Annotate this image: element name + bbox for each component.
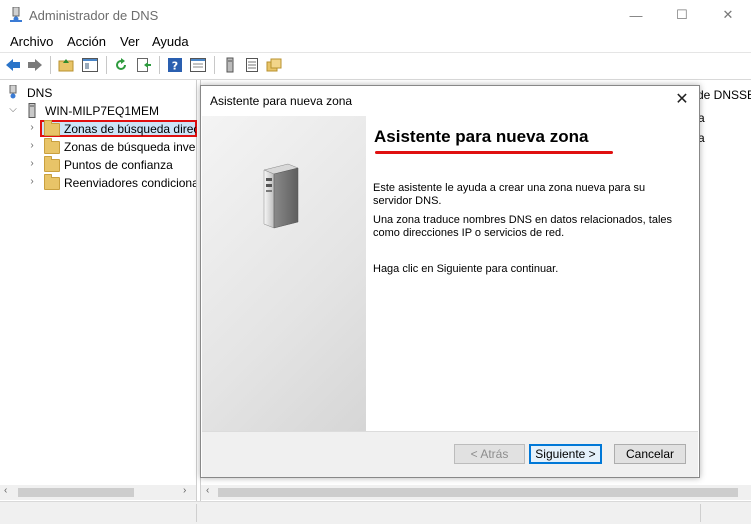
toolbar-separator bbox=[214, 56, 215, 74]
tree-item-trust-points[interactable]: › Puntos de confianza bbox=[0, 156, 196, 174]
menu-ayuda[interactable]: Ayuda bbox=[152, 34, 189, 49]
toolbar-separator bbox=[106, 56, 107, 74]
heading-red-underline bbox=[375, 151, 613, 154]
status-bar bbox=[0, 501, 751, 524]
next-button[interactable]: Siguiente > bbox=[529, 444, 602, 464]
dns-app-icon bbox=[10, 7, 22, 22]
folder-icon bbox=[44, 120, 60, 136]
dns-app-icon bbox=[9, 85, 17, 99]
results-column-header: de DNSSEC bbox=[697, 88, 751, 102]
export-icon[interactable] bbox=[136, 57, 152, 73]
toolbar-separator bbox=[159, 56, 160, 74]
scroll-left-icon[interactable]: ‹ bbox=[206, 485, 209, 496]
dialog-title: Asistente para nueva zona bbox=[210, 94, 353, 108]
chevron-right-icon[interactable]: › bbox=[27, 122, 37, 133]
svg-text:?: ? bbox=[172, 60, 178, 73]
tree-item-label: Zonas de búsqueda directa bbox=[64, 122, 196, 136]
help-icon[interactable]: ? bbox=[167, 57, 183, 73]
results-horizontal-scrollbar[interactable]: ‹ bbox=[201, 485, 751, 500]
chevron-right-icon[interactable]: › bbox=[27, 158, 37, 169]
wizard-paragraph-2: Una zona traduce nombres DNS en datos re… bbox=[373, 214, 673, 239]
new-zone-wizard-dialog[interactable]: Asistente para nueva zona ✕ Asistente pa… bbox=[200, 85, 700, 478]
wizard-paragraph-3: Haga clic en Siguiente para continuar. bbox=[373, 263, 559, 275]
window-title: Administrador de DNS bbox=[29, 8, 159, 23]
status-divider bbox=[700, 504, 701, 522]
forward-arrow-icon[interactable] bbox=[27, 57, 43, 73]
tree-item-label: Puntos de confianza bbox=[64, 158, 173, 172]
back-button[interactable]: < Atrás bbox=[454, 444, 525, 464]
tree-item-forward-zones[interactable]: › Zonas de búsqueda directa bbox=[0, 120, 196, 138]
tree-root-dns[interactable]: DNS bbox=[0, 84, 196, 102]
tree-root-label: DNS bbox=[27, 86, 53, 100]
scrollbar-thumb[interactable] bbox=[18, 488, 134, 497]
wizard-side-panel bbox=[202, 116, 366, 431]
scrollbar-thumb[interactable] bbox=[218, 488, 738, 497]
up-folder-icon[interactable] bbox=[58, 57, 74, 73]
menu-bar bbox=[0, 30, 751, 52]
tree-server[interactable]: ⌵ WIN-MILP7EQ1MEM bbox=[0, 102, 196, 120]
list-icon[interactable] bbox=[244, 57, 260, 73]
folder-icon bbox=[44, 138, 60, 154]
tree-item-label: Zonas de búsqueda inversa bbox=[64, 140, 196, 154]
console-tree-icon[interactable] bbox=[82, 57, 98, 73]
chevron-down-icon[interactable]: ⌵ bbox=[8, 104, 18, 115]
server-icon bbox=[28, 103, 36, 118]
refresh-icon[interactable] bbox=[113, 57, 129, 73]
menu-accion[interactable]: Acción bbox=[67, 34, 106, 49]
folder-icon bbox=[44, 174, 60, 190]
scroll-right-icon[interactable]: › bbox=[183, 485, 186, 496]
close-icon[interactable]: ✕ bbox=[671, 90, 693, 110]
close-window-button[interactable]: ✕ bbox=[705, 0, 751, 30]
tree-item-conditional-forwarders[interactable]: › Reenviadores condicionales bbox=[0, 174, 196, 192]
wizard-heading: Asistente para nueva zona bbox=[374, 127, 589, 146]
tree-item-label: Reenviadores condicionales bbox=[64, 176, 196, 190]
tree-server-label: WIN-MILP7EQ1MEM bbox=[45, 104, 160, 118]
copy-folder-icon[interactable] bbox=[266, 57, 282, 73]
toolbar-separator bbox=[50, 56, 51, 74]
menu-ver[interactable]: Ver bbox=[120, 34, 140, 49]
chevron-right-icon[interactable]: › bbox=[27, 176, 37, 187]
folder-icon bbox=[44, 156, 60, 172]
chevron-right-icon[interactable]: › bbox=[27, 140, 37, 151]
maximize-button[interactable]: ☐ bbox=[659, 0, 705, 30]
tree-item-reverse-zones[interactable]: › Zonas de búsqueda inversa bbox=[0, 138, 196, 156]
properties-icon[interactable] bbox=[190, 57, 206, 73]
cancel-button[interactable]: Cancelar bbox=[614, 444, 686, 464]
status-divider bbox=[196, 504, 197, 522]
minimize-button[interactable]: — bbox=[613, 0, 659, 30]
menu-archivo[interactable]: Archivo bbox=[10, 34, 53, 49]
wizard-paragraph-1: Este asistente le ayuda a crear una zona… bbox=[373, 182, 646, 207]
server-tower-icon bbox=[263, 163, 299, 229]
server-icon[interactable] bbox=[222, 57, 238, 73]
scroll-left-icon[interactable]: ‹ bbox=[4, 485, 7, 496]
tree-horizontal-scrollbar[interactable]: ‹ › bbox=[0, 485, 196, 500]
back-arrow-icon[interactable] bbox=[5, 57, 21, 73]
